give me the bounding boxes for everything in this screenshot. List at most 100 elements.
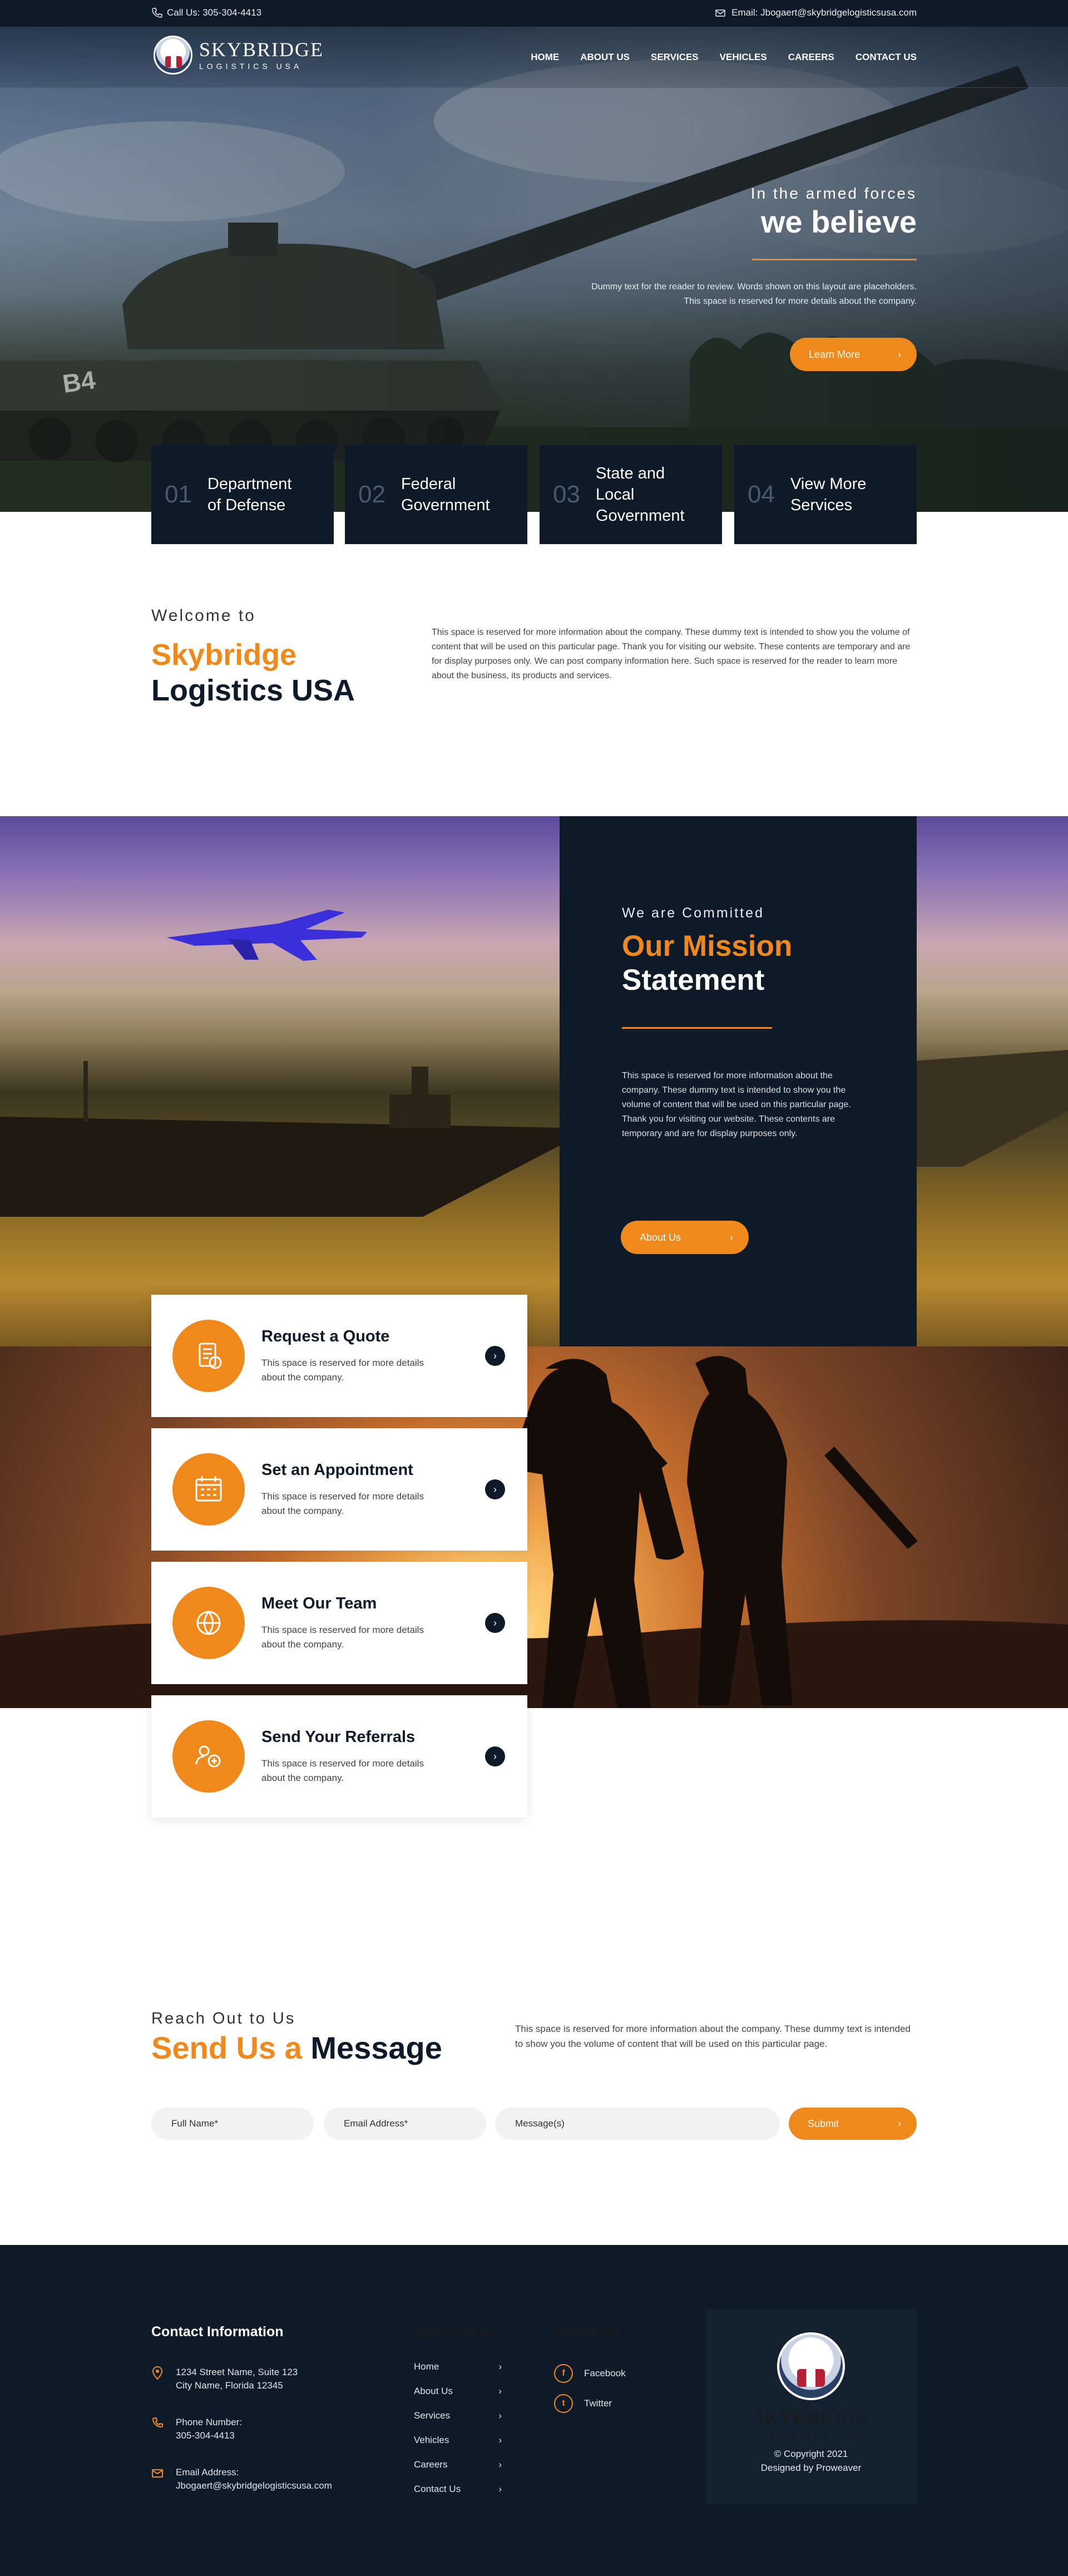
social-facebook[interactable]: f Facebook (554, 2358, 626, 2389)
card-description: This space is reserved for more details … (261, 1624, 424, 1650)
contact-title-navy: Message (310, 2030, 442, 2065)
mail-icon (715, 9, 725, 17)
nav-contact-us[interactable]: CONTACT US (856, 52, 917, 63)
nav-vehicles[interactable]: VEHICLES (720, 52, 767, 63)
chevron-right-icon[interactable]: › (485, 1613, 505, 1633)
service-tab-state-local[interactable]: 03 State and Local Government (540, 445, 722, 544)
footer-logo-box: SKYBRIDGE LOGISTICS USA © Copyright 2021… (705, 2309, 917, 2505)
designed-by-text: Designed by Proweaver (760, 2463, 862, 2473)
referral-icon (172, 1720, 245, 1793)
card-description: This space is reserved for more details … (261, 1758, 424, 1783)
team-icon (172, 1587, 245, 1659)
service-tab-federal[interactable]: 02 Federal Government (345, 445, 527, 544)
facebook-icon: f (554, 2364, 573, 2383)
footer-contact-heading: Contact Information (151, 2324, 284, 2340)
footer-email[interactable]: Email Address: Jbogaert@skybridgelogisti… (151, 2466, 332, 2493)
submit-button[interactable]: Submit › (789, 2108, 917, 2140)
welcome-title-orange: Skybridge (151, 638, 297, 672)
learn-more-label: Learn More (809, 348, 861, 360)
eagle-badge-icon (777, 2332, 845, 2400)
phone-icon (152, 2417, 163, 2428)
footer-address: 1234 Street Name, Suite 123 City Name, F… (151, 2366, 298, 2392)
nav-services[interactable]: SERVICES (651, 52, 699, 63)
contact-description: This space is reserved for more informat… (515, 2024, 911, 2049)
chevron-right-icon: › (898, 2118, 901, 2129)
card-send-referrals[interactable]: Send Your Referrals This space is reserv… (151, 1695, 527, 1818)
quote-icon (172, 1320, 245, 1392)
email-input[interactable] (324, 2108, 486, 2140)
footer-social: f Facebook t Twitter (554, 2358, 626, 2419)
mission-description: This space is reserved for more informat… (622, 1071, 851, 1138)
full-name-input[interactable] (151, 2108, 314, 2140)
topbar-phone[interactable]: Call Us: 305-304-4413 (151, 7, 261, 18)
twitter-icon: t (554, 2394, 573, 2413)
card-description: This space is reserved for more details … (261, 1491, 424, 1516)
phone-label: Phone Number: (176, 2417, 243, 2427)
submit-label: Submit (808, 2118, 839, 2129)
service-number: 02 (358, 481, 385, 508)
card-set-appointment[interactable]: Set an Appointment This space is reserve… (151, 1428, 527, 1551)
chevron-right-icon[interactable]: › (485, 1479, 505, 1499)
chevron-right-icon: › (498, 2410, 502, 2421)
about-us-button[interactable]: About Us › (621, 1221, 749, 1254)
message-input[interactable] (495, 2108, 780, 2140)
top-bar: Call Us: 305-304-4413 Email: Jbogaert@sk… (0, 0, 1068, 27)
card-title: Meet Our Team (261, 1594, 377, 1612)
footer-link-services[interactable]: Services › (414, 2410, 502, 2435)
email-value: Jbogaert@skybridgelogisticsusa.com (176, 2480, 332, 2491)
phone-icon (152, 8, 162, 18)
logo-sub: LOGISTICS USA (199, 62, 303, 71)
chevron-right-icon[interactable]: › (485, 1346, 505, 1366)
chevron-right-icon: › (498, 2459, 502, 2470)
service-number: 04 (748, 481, 775, 508)
nav-careers[interactable]: CAREERS (788, 52, 834, 63)
nav-home[interactable]: HOME (531, 52, 559, 63)
welcome-pre-title: Welcome to (151, 606, 256, 625)
card-title: Set an Appointment (261, 1460, 413, 1479)
service-label: View More Services (790, 475, 867, 514)
chevron-right-icon[interactable]: › (485, 1746, 505, 1766)
mission-title-orange: Our Mission (622, 930, 793, 963)
eagle-badge-icon (154, 36, 192, 75)
location-pin-icon (152, 2366, 163, 2380)
service-label: Department of Defense (207, 475, 292, 514)
chevron-right-icon: › (498, 2361, 502, 2372)
contact-title-orange: Send Us a (151, 2030, 302, 2065)
contact-title: Send Us a Message (151, 2030, 442, 2066)
footer-follow-heading: Follow Us (554, 2324, 620, 2340)
hero-pre-title: In the armed forces (750, 185, 917, 202)
hero-text-block: In the armed forces we believe Dummy tex… (583, 185, 917, 309)
service-number: 03 (553, 481, 580, 508)
welcome-title-navy: Logistics USA (151, 674, 355, 707)
card-title: Request a Quote (261, 1327, 390, 1345)
service-tab-defense[interactable]: 01 Department of Defense (151, 445, 334, 544)
card-meet-team[interactable]: Meet Our Team This space is reserved for… (151, 1562, 527, 1684)
topbar-email[interactable]: Email: Jbogaert@skybridgelogisticsusa.co… (715, 7, 917, 18)
mission-title-white: Statement (622, 964, 765, 996)
footer-link-careers[interactable]: Careers › (414, 2459, 502, 2484)
phone-value: 305-304-4413 (176, 2430, 235, 2441)
service-number: 01 (165, 481, 192, 508)
card-request-quote[interactable]: Request a Quote This space is reserved f… (151, 1295, 527, 1417)
learn-more-button[interactable]: Learn More › (790, 338, 917, 371)
footer-phone[interactable]: Phone Number: 305-304-4413 (151, 2416, 242, 2442)
footer-link-vehicles[interactable]: Vehicles › (414, 2435, 502, 2459)
card-title: Send Your Referrals (261, 1728, 416, 1746)
fighter-jet-illustration (167, 910, 367, 961)
contact-pre-title: Reach Out to Us (151, 2010, 296, 2027)
service-tab-view-more[interactable]: 04 View More Services (734, 445, 917, 544)
mission-divider (622, 1027, 772, 1029)
chevron-right-icon: › (730, 1231, 733, 1243)
calendar-icon (172, 1453, 245, 1526)
service-label: State and Local Government (595, 465, 685, 525)
footer-link-home[interactable]: Home › (414, 2361, 502, 2386)
about-us-label: About Us (640, 1231, 681, 1243)
footer-quick-links: Home › About Us › Services › Vehicles › Care… (414, 2361, 502, 2508)
footer-link-contact[interactable]: Contact Us › (414, 2484, 502, 2508)
nav-about-us[interactable]: ABOUT US (580, 52, 630, 63)
site-logo[interactable]: SKYBRIDGE LOGISTICS USA (154, 36, 324, 75)
footer-link-about[interactable]: About Us › (414, 2386, 502, 2410)
social-twitter[interactable]: t Twitter (554, 2389, 626, 2419)
mission-pre-title: We are Committed (622, 905, 764, 921)
hero-divider (752, 259, 917, 260)
